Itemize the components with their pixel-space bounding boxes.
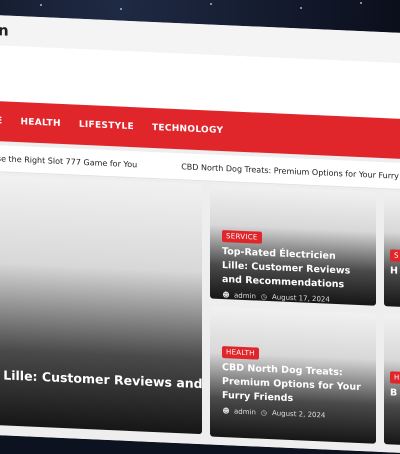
post-title[interactable]: Top-Rated Électricien Lille: Customer Re… bbox=[222, 245, 362, 293]
ticker-item[interactable]: CBD North Dog Treats: Premium Options fo… bbox=[181, 162, 400, 182]
address-text: n bbox=[0, 21, 9, 40]
clock-icon: ◷ bbox=[260, 292, 267, 301]
star-dot bbox=[40, 4, 42, 6]
post-date: August 2, 2024 bbox=[271, 409, 326, 420]
nav-item-partial[interactable]: E bbox=[0, 116, 2, 126]
post-date: August 17, 2024 bbox=[271, 293, 330, 304]
author-icon: ☻ bbox=[222, 291, 230, 300]
post-author[interactable]: admin bbox=[234, 292, 256, 301]
category-badge[interactable]: H bbox=[390, 371, 400, 384]
nav-item-lifestyle[interactable]: LIFESTYLE bbox=[79, 120, 134, 132]
star-dot bbox=[360, 2, 362, 4]
category-badge[interactable]: SERVICE bbox=[222, 230, 262, 244]
post-author[interactable]: admin bbox=[234, 408, 256, 417]
post-card[interactable]: HEALTH CBD North Dog Treats: Premium Opt… bbox=[210, 306, 376, 444]
post-card-partial[interactable]: S H bbox=[384, 192, 400, 309]
star-dot bbox=[300, 7, 302, 9]
nav-item-health[interactable]: HEALTH bbox=[20, 117, 60, 129]
featured-card[interactable]: n Lille: Customer Reviews and bbox=[0, 174, 202, 435]
ticker-item[interactable]: ose the Right Slot 777 Game for You bbox=[0, 153, 137, 168]
nav-item-technology[interactable]: TECHNOLOGY bbox=[152, 123, 223, 136]
author-icon: ☻ bbox=[222, 407, 230, 416]
featured-title[interactable]: n Lille: Customer Reviews and bbox=[0, 366, 202, 394]
browser-screen: n E HEALTH LIFESTYLE TECHNOLOGY ose the … bbox=[0, 14, 400, 454]
star-dot bbox=[210, 3, 212, 5]
category-badge[interactable]: S bbox=[390, 249, 400, 262]
category-badge[interactable]: HEALTH bbox=[222, 346, 259, 360]
post-card-partial[interactable]: H B bbox=[384, 314, 400, 447]
post-title[interactable]: H bbox=[390, 264, 400, 280]
post-card[interactable]: SERVICE Top-Rated Électricien Lille: Cus… bbox=[210, 184, 376, 306]
clock-icon: ◷ bbox=[260, 408, 267, 417]
post-title[interactable]: CBD North Dog Treats: Premium Options fo… bbox=[222, 361, 362, 409]
content-grid: n Lille: Customer Reviews and SERVICE To… bbox=[0, 174, 400, 454]
star-dot bbox=[120, 8, 122, 10]
